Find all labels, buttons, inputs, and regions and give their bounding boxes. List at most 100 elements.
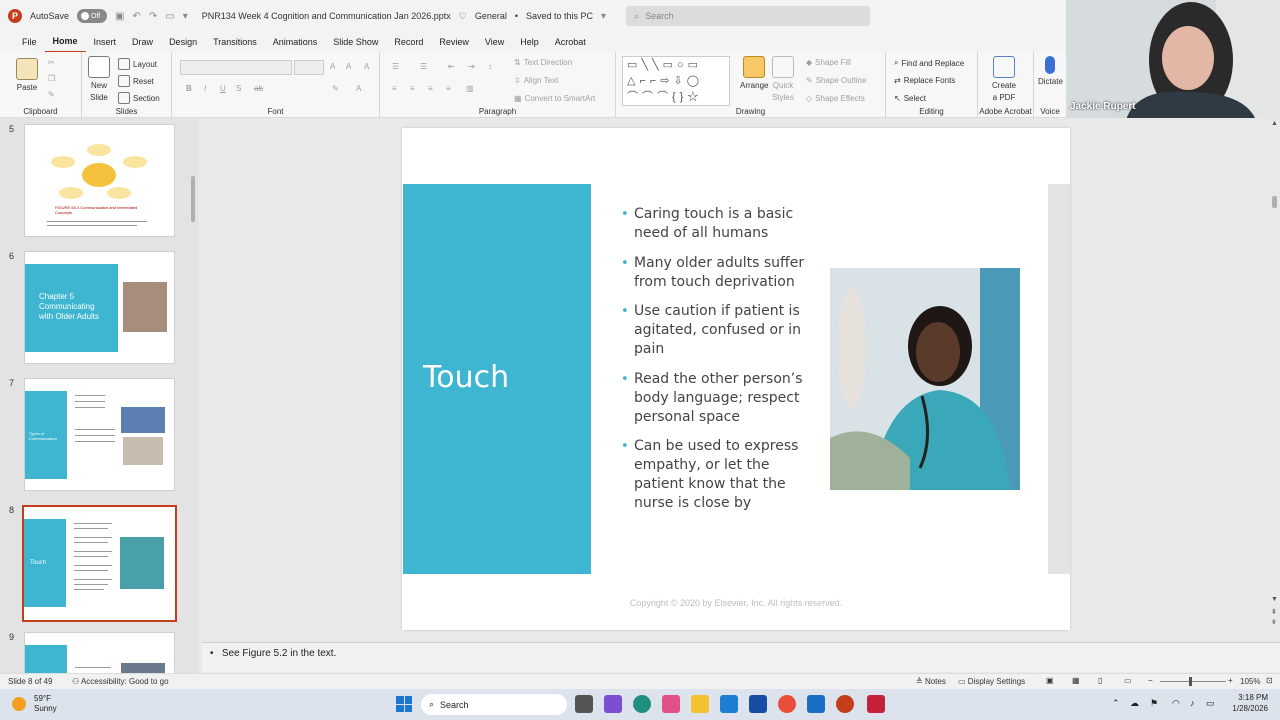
slide-title[interactable]: Touch [423, 360, 509, 395]
slide-thumbnail-8-selected[interactable]: Touch [22, 505, 177, 622]
nurse-photo[interactable] [830, 268, 1020, 490]
next-slide-icon[interactable]: ⇟ [1271, 618, 1277, 626]
shape-fill-button[interactable]: ◆ Shape Fill [806, 58, 851, 67]
copy-icon[interactable]: ❐ [48, 74, 55, 83]
outlook-new-icon[interactable] [807, 695, 825, 713]
scroll-down-icon[interactable]: ▼ [1271, 596, 1278, 603]
slide-thumbnail-7[interactable]: Types of Communication [24, 378, 175, 491]
battery-icon[interactable]: ▭ [1206, 698, 1215, 709]
menu-draw[interactable]: Draw [124, 32, 161, 52]
menu-animations[interactable]: Animations [265, 32, 326, 52]
weather-condition[interactable]: Sunny [34, 704, 57, 713]
thumbnail-scrollbar[interactable] [189, 120, 197, 670]
create-pdf-button[interactable]: Create a PDF [992, 56, 1016, 102]
bullets-icon[interactable]: ☰ [392, 62, 399, 71]
menu-file[interactable]: File [14, 32, 45, 52]
teams-icon[interactable] [604, 695, 622, 713]
clock-date[interactable]: 1/28/2026 [1226, 704, 1268, 713]
wifi-icon[interactable]: ◠ [1172, 698, 1180, 709]
taskbar-search[interactable]: ⌕ Search [421, 694, 567, 715]
windows-start-icon[interactable] [396, 696, 412, 712]
zoom-slider-thumb[interactable] [1189, 677, 1192, 686]
replace-fonts-button[interactable]: ⇄ Replace Fonts [894, 76, 955, 85]
slide-thumbnail-6[interactable]: Chapter 5 Communicating with Older Adult… [24, 251, 175, 364]
align-center-icon[interactable]: ≡ [410, 84, 415, 93]
editor-scrollbar[interactable]: ▲ ▼ ⇞ ⇟ [1270, 118, 1280, 628]
slideshow-icon[interactable]: ▭ [1124, 676, 1132, 685]
columns-icon[interactable]: ▥ [466, 84, 474, 93]
onedrive-icon[interactable]: ⚑ [1150, 698, 1158, 709]
reading-view-icon[interactable]: ▯ [1098, 676, 1102, 685]
shape-outline-button[interactable]: ✎ Shape Outline [806, 76, 866, 85]
fit-slide-icon[interactable]: ⊡ [1266, 676, 1273, 685]
text-direction-button[interactable]: ⇅ Text Direction [514, 58, 572, 67]
quick-styles-button[interactable]: Quick Styles [772, 56, 794, 102]
reset-button[interactable]: Reset [118, 75, 154, 87]
italic-button[interactable]: I [204, 84, 206, 93]
notes-pane[interactable] [202, 642, 1280, 672]
sensitivity-label[interactable]: General [475, 11, 507, 21]
shadow-button[interactable]: S [236, 84, 241, 93]
scroll-up-icon[interactable]: ▲ [1271, 120, 1278, 127]
display-settings-button[interactable]: ▭ Display Settings [958, 677, 1025, 686]
search-box[interactable]: ⌕ Search [626, 6, 871, 26]
volume-icon[interactable]: ♪ [1190, 698, 1195, 708]
notes-text[interactable]: • See Figure 5.2 in the text. [210, 648, 336, 659]
editor-scroll-thumb[interactable] [1272, 196, 1277, 208]
select-button[interactable]: ↖ Select [894, 94, 926, 103]
font-name-box[interactable] [180, 60, 292, 75]
bullet-item[interactable]: Use caution if patient is agitated, conf… [618, 302, 818, 359]
clear-format-icon[interactable]: A [364, 62, 369, 71]
cut-icon[interactable]: ✂ [48, 58, 55, 67]
increase-font-icon[interactable]: A [330, 62, 335, 71]
indent-icon[interactable]: ⇤ [448, 62, 455, 71]
customize-qat-icon[interactable]: ▾ [183, 11, 188, 22]
line-spacing-icon[interactable]: ↕ [488, 62, 492, 71]
font-color-icon[interactable]: A [356, 84, 361, 93]
autosave-toggle[interactable]: Off [77, 9, 108, 23]
align-left-icon[interactable]: ≡ [392, 84, 397, 93]
redo-icon[interactable]: ↷ [149, 11, 157, 22]
decrease-font-icon[interactable]: A [346, 62, 351, 71]
clock-time[interactable]: 3:18 PM [1228, 693, 1268, 702]
chrome-icon[interactable] [778, 695, 796, 713]
prev-slide-icon[interactable]: ⇞ [1271, 608, 1277, 616]
numbering-icon[interactable]: ☰ [420, 62, 427, 71]
menu-insert[interactable]: Insert [86, 32, 125, 52]
zoom-slider[interactable] [1160, 681, 1226, 682]
slide-sorter-icon[interactable]: ▦ [1072, 676, 1080, 685]
menu-record[interactable]: Record [386, 32, 431, 52]
format-painter-icon[interactable]: ✎ [48, 90, 55, 99]
tray-chevron-icon[interactable]: ⌃ [1112, 698, 1120, 709]
zoom-app-icon[interactable] [867, 695, 885, 713]
save-icon[interactable]: ▣ [115, 11, 124, 22]
file-explorer-icon[interactable] [691, 695, 709, 713]
align-text-button[interactable]: ⇳ Align Text [514, 76, 558, 85]
accessibility-status[interactable]: ⚇ Accessibility: Good to go [72, 677, 169, 686]
bullet-list[interactable]: Caring touch is a basic need of all huma… [618, 205, 818, 524]
find-replace-button[interactable]: ⌕ Find and Replace [894, 58, 964, 68]
zoom-out-icon[interactable]: − [1148, 676, 1153, 685]
undo-icon[interactable]: ↶ [132, 11, 140, 22]
menu-home[interactable]: Home [44, 31, 86, 53]
font-size-box[interactable] [294, 60, 324, 75]
arrange-button[interactable]: Arrange [740, 56, 768, 90]
menu-transitions[interactable]: Transitions [205, 32, 265, 52]
notes-button[interactable]: ≜ Notes [916, 677, 946, 686]
shapes-gallery[interactable]: ▭╲╲▭○▭ △⌐⌐⇨⇩◯ ⌒⌒⌒{}☆ [622, 56, 730, 106]
menu-view[interactable]: View [477, 32, 512, 52]
outdent-icon[interactable]: ⇥ [468, 62, 475, 71]
bold-button[interactable]: B [186, 84, 192, 93]
new-slide-button[interactable]: New Slide [88, 56, 110, 102]
store-icon[interactable] [720, 695, 738, 713]
normal-view-icon[interactable]: ▣ [1046, 676, 1054, 685]
highlight-icon[interactable]: ✎ [332, 84, 339, 93]
dictate-button[interactable]: Dictate [1038, 56, 1063, 86]
menu-acrobat[interactable]: Acrobat [547, 32, 594, 52]
slide-thumbnail-5[interactable]: FIGURE 55-4 Communication and Interrelat… [24, 124, 175, 237]
menu-slide-show[interactable]: Slide Show [325, 32, 386, 52]
justify-icon[interactable]: ≡ [446, 84, 451, 93]
powerpoint-taskbar-icon[interactable] [836, 695, 854, 713]
layout-button[interactable]: Layout [118, 58, 157, 70]
shape-effects-button[interactable]: ◇ Shape Effects [806, 94, 865, 103]
